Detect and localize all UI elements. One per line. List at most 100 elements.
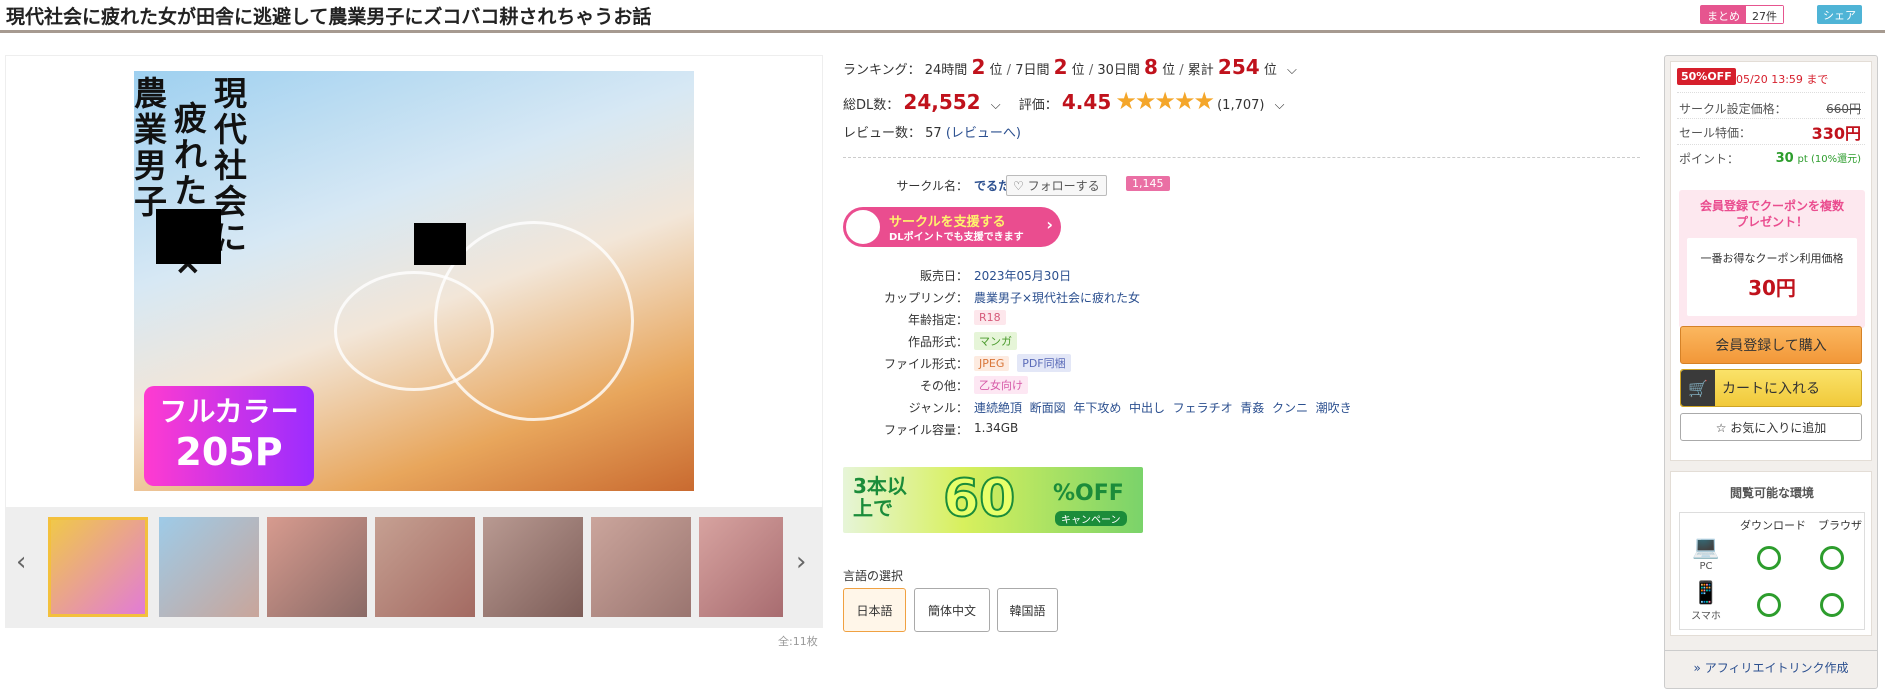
age-label: 年齢指定： [907,313,968,327]
environment-box: 閲覧可能な環境 ダウンロード ブラウザ 💻 PC 📱 スマホ [1670,471,1872,636]
chevron-down-icon[interactable]: ⌵ [991,98,1001,113]
sale-price-label: セール特価： [1679,126,1752,140]
rank-total-label: 累計 [1187,63,1214,78]
coupling-link[interactable]: 農業男子×現代社会に疲れた女 [974,289,1140,306]
coupon-promo[interactable]: 会員登録でクーポンを複数 プレゼント！ 一番お得なクーポン利用価格 30円 [1679,190,1865,328]
point-row: 30 pt (10%還元) [1776,150,1861,166]
genre-link[interactable]: フェラチオ [1173,401,1233,415]
release-label: 販売日： [919,269,968,283]
rank-24h-label: 24時間 [924,63,968,78]
fullcolor-badge: フルカラー 205P [144,386,314,486]
ok-circle-icon [1757,546,1781,570]
fav-label: ☆ お気に入りに追加 [1715,420,1827,435]
form-tag[interactable]: マンガ [974,332,1017,350]
image-count: 全:11枚 [778,635,818,648]
language-option-zh[interactable]: 簡体中文 [914,588,990,632]
thumbnail[interactable] [267,517,367,617]
chevron-left-icon[interactable]: ‹ [16,547,26,577]
purchase-sidebar: 50%OFF 05/20 13:59 まで サークル設定価格： 660円 セール… [1664,55,1878,689]
thumbnail[interactable] [483,517,583,617]
cart-label: カートに入れる [1722,381,1820,397]
chevron-right-icon[interactable]: › [796,547,806,577]
environment-grid: ダウンロード ブラウザ 💻 PC 📱 スマホ [1679,512,1865,630]
rating-count: (1,707) [1217,98,1265,113]
other-tag[interactable]: 乙女向け [974,376,1028,394]
thumbnail[interactable] [375,517,475,617]
share-button[interactable]: シェア [1817,5,1862,24]
campaign-sub: キャンペーン [1055,511,1127,526]
add-to-cart-button[interactable]: 🛒 カートに入れる [1680,369,1862,407]
page-header: 現代社会に疲れた女が田舎に逃避して農業男子にズコバコ耕されちゃうお話 まとめ 2… [0,0,1885,33]
rank-30d-value: 8 [1144,55,1158,79]
list-price-label: サークル設定価格： [1679,102,1787,116]
badge-line-2: 205P [175,430,283,474]
chevron-right-icon: › [1046,215,1053,234]
coupon-price-value: 30円 [1748,276,1796,300]
affiliate-link[interactable]: » アフィリエイトリンク作成 [1665,659,1877,676]
rank-unit: 位 [1071,63,1085,78]
language-option-ko[interactable]: 韓国語 [997,588,1058,632]
work-title: 現代社会に疲れた女が田舎に逃避して農業男子にズコバコ耕されちゃうお話 [6,6,652,28]
thumbnail[interactable] [48,517,148,617]
smartphone-device: 📱 スマホ [1688,581,1724,622]
ranking-row: ランキング： 24時間 2 位 / 7日間 2 位 / 30日間 8 位 / 累… [843,55,1297,79]
pc-icon: 💻 [1692,535,1720,560]
rank-unit: 位 [989,63,1003,78]
image-gallery: 現代社会に 疲れた女× 農業男子 フルカラー 205P ‹ › [5,55,823,628]
thumbnail[interactable] [591,517,691,617]
genre-list: 連続絶頂 断面図 年下攻め 中出し フェラチオ 青姦 クンニ 潮吹き [974,399,1352,416]
sale-price: 330円 [1811,124,1861,143]
cover-title-text: 農業男子 [134,74,167,221]
genre-link[interactable]: 年下攻め [1073,401,1121,415]
genre-link[interactable]: 中出し [1129,401,1165,415]
dl-label: 総DL数： [843,98,900,113]
ok-circle-icon [1820,593,1844,617]
dl-value: 24,552 [903,90,981,114]
matome-label: まとめ [1701,6,1746,23]
age-tag[interactable]: R18 [974,310,1006,325]
campaign-banner[interactable]: 3本以上で 60 %OFF キャンペーン [843,467,1143,533]
genre-link[interactable]: 連続絶頂 [974,401,1022,415]
divider [1665,650,1877,651]
smartphone-label: スマホ [1691,611,1721,622]
env-col-browser: ブラウザ [1818,519,1862,532]
divider [1677,144,1865,145]
rank-7d-value: 2 [1053,55,1068,79]
review-link[interactable]: (レビューへ) [946,126,1021,141]
circle-avatar [845,209,881,245]
genre-link[interactable]: 潮吹き [1316,401,1352,415]
form-label: 作品形式： [907,335,968,349]
add-favorite-button[interactable]: ☆ お気に入りに追加 [1680,413,1862,441]
thumbnail[interactable] [159,517,259,617]
censor-bar [156,209,221,264]
campaign-number: 60 [942,468,1016,530]
release-date[interactable]: 2023年05月30日 [974,267,1071,284]
matome-button[interactable]: まとめ 27件 [1700,5,1784,24]
stats-row: 総DL数： 24,552 ⌵ 評価： 4.45 ★★★★★ (1,707) ⌵ [843,87,1284,115]
rank-7d-label: 7日間 [1015,63,1050,78]
cart-icon: 🛒 [1681,370,1715,406]
size-label: ファイル容量： [883,423,968,437]
main-cover-image[interactable]: 現代社会に 疲れた女× 農業男子 フルカラー 205P [134,71,694,491]
register-and-buy-button[interactable]: 会員登録して購入 [1680,326,1862,364]
file-tag-pdf[interactable]: PDF同梱 [1017,354,1071,372]
file-tag-jpeg[interactable]: JPEG [974,356,1010,371]
environment-title: 閲覧可能な環境 [1729,486,1814,500]
ranking-label: ランキング： [843,63,921,78]
coupling-label: カップリング： [883,291,968,305]
genre-link[interactable]: 断面図 [1030,401,1066,415]
point-label: ポイント： [1679,152,1740,166]
language-option-ja[interactable]: 日本語 [843,588,906,632]
genre-link[interactable]: 青姦 [1240,401,1264,415]
follow-button[interactable]: ♡ フォローする [1006,175,1107,196]
env-col-download: ダウンロード [1740,519,1806,532]
rating-value: 4.45 [1061,90,1112,114]
genre-link[interactable]: クンニ [1272,401,1308,415]
support-circle-button[interactable]: サークルを支援する DLポイントでも支援できます › [843,207,1061,247]
point-suffix: pt (10%還元) [1797,154,1861,165]
other-label: その他： [919,379,968,393]
thumbnail[interactable] [699,517,783,617]
chevron-down-icon[interactable]: ⌵ [1275,98,1285,113]
review-label: レビュー数： 57 [843,126,942,141]
chevron-down-icon[interactable]: ⌵ [1287,63,1297,78]
